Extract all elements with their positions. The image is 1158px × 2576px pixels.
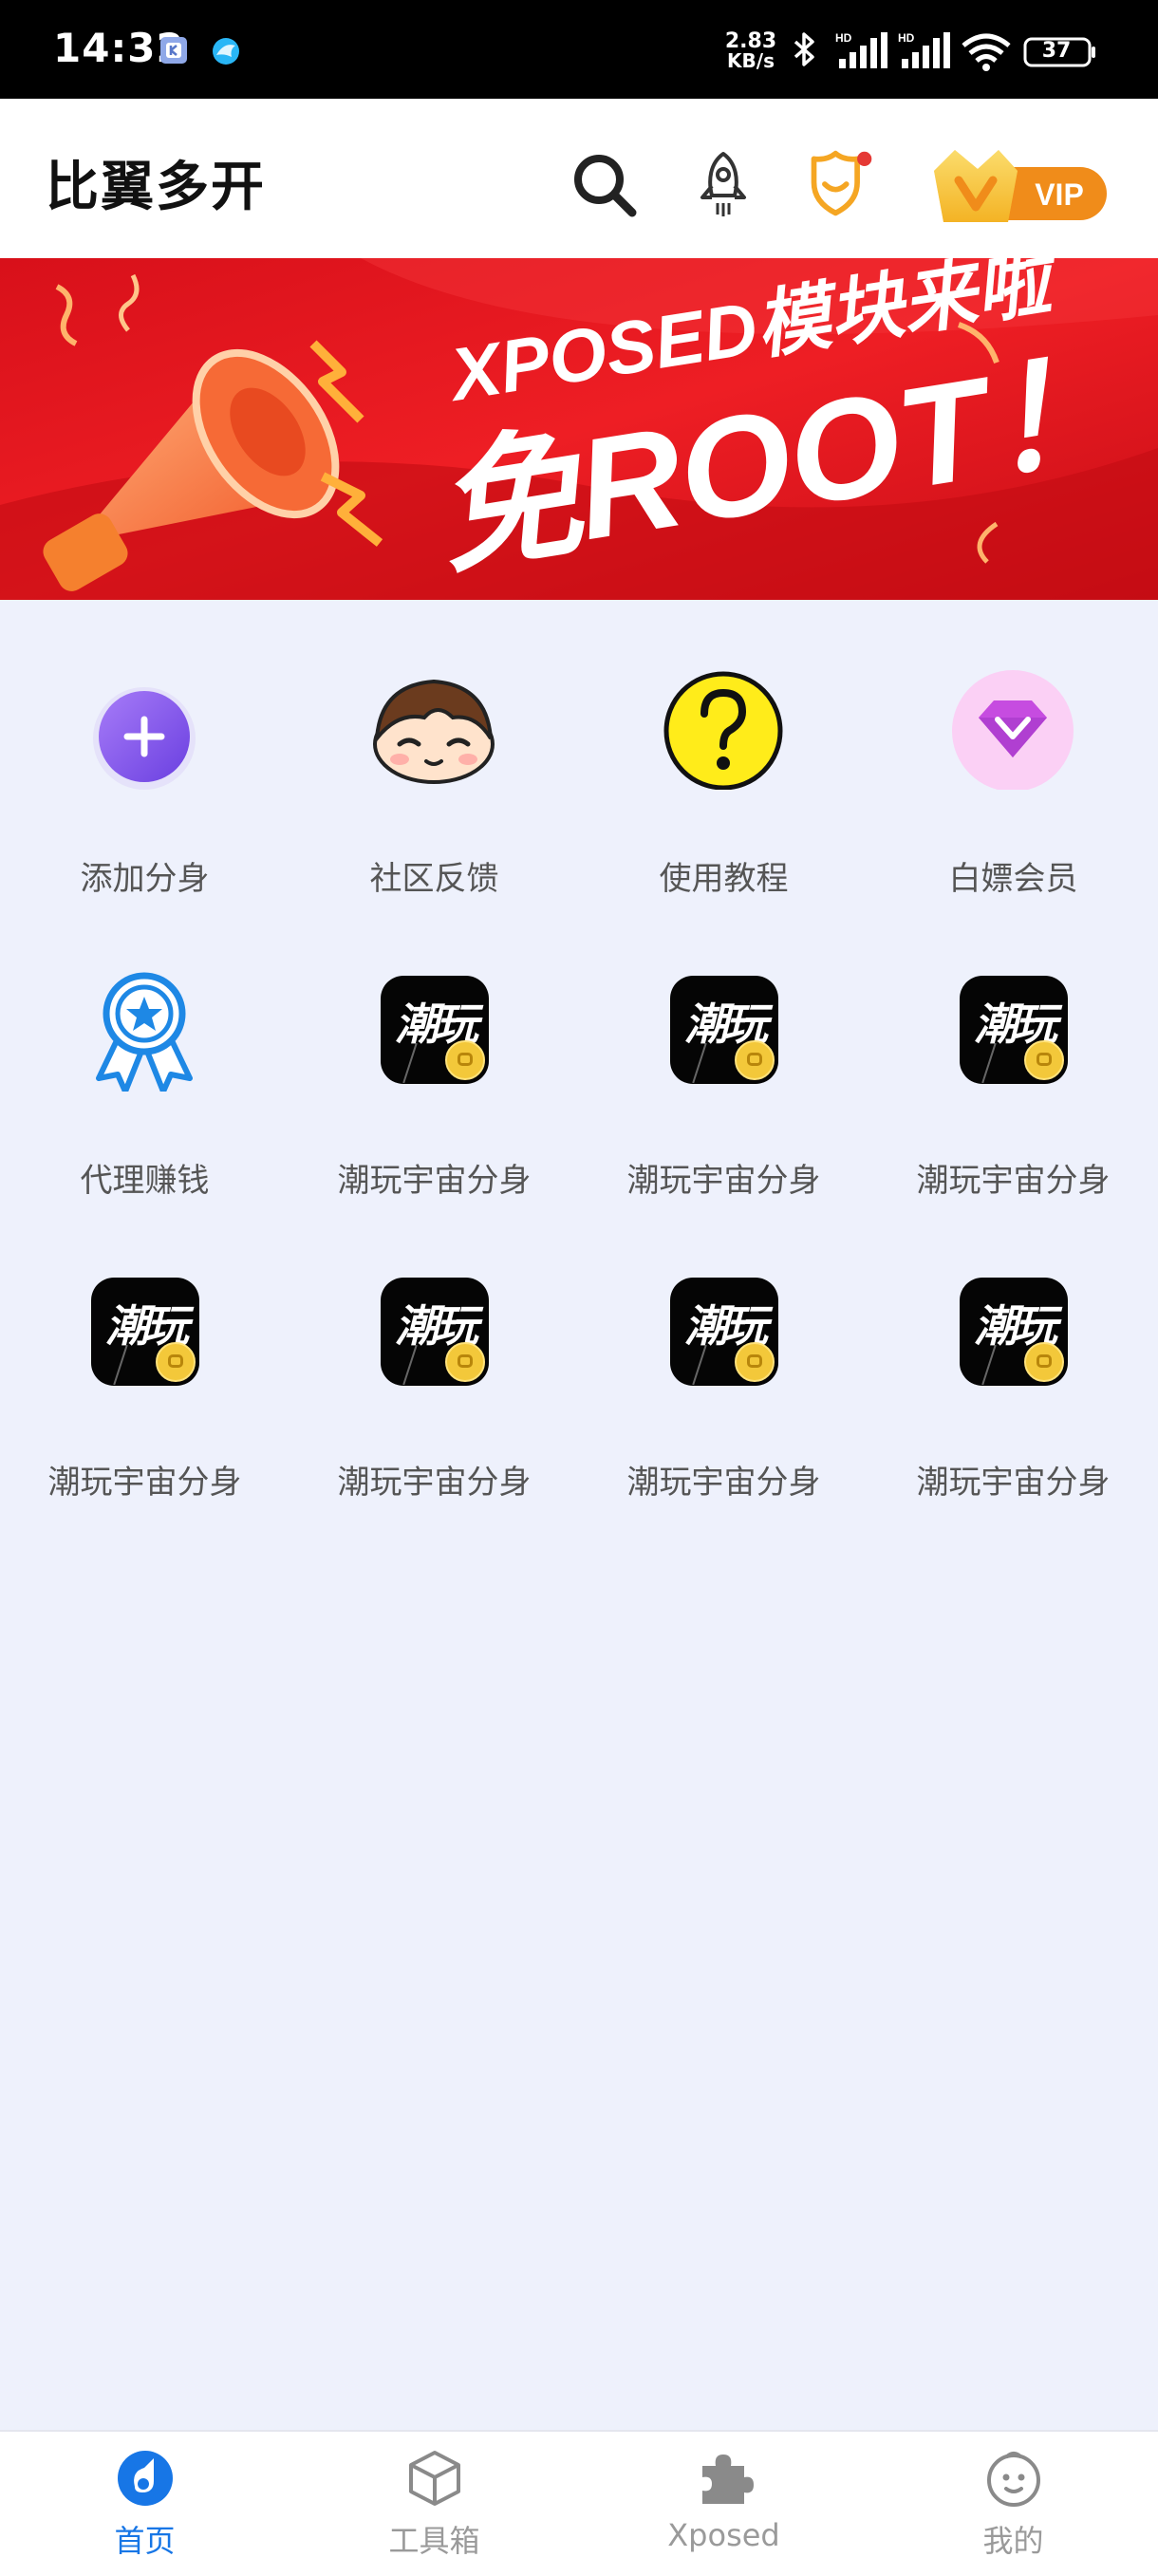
battery-level: 37 — [1041, 39, 1072, 63]
clone-app-item[interactable]: 潮玩 潮玩宇宙分身 — [579, 1268, 868, 1543]
grid-item-label: 白嫖会员 — [948, 860, 1078, 898]
nav-profile[interactable]: 我的 — [868, 2432, 1158, 2576]
home-icon — [118, 2451, 173, 2506]
signal-strength-icon: HD — [835, 31, 887, 68]
grid-item-label: 潮玩宇宙分身 — [47, 1464, 242, 1502]
community-feedback-item[interactable]: 社区反馈 — [290, 664, 579, 940]
grid-item-label: 潮玩宇宙分身 — [626, 1464, 821, 1502]
grid-item-label: 代理赚钱 — [80, 1162, 210, 1200]
nav-label: Xposed — [667, 2517, 780, 2553]
clone-app-item[interactable]: 潮玩 潮玩宇宙分身 — [868, 966, 1158, 1241]
grid-item-label: 潮玩宇宙分身 — [337, 1162, 532, 1200]
search-icon[interactable] — [568, 148, 640, 220]
bluetooth-icon — [794, 32, 814, 66]
app-header: 比翼多开 VIP — [0, 99, 1158, 258]
clone-app-item[interactable]: 潮玩 潮玩宇宙分身 — [0, 1268, 290, 1543]
nav-home[interactable]: 首页 — [0, 2432, 290, 2576]
add-clone-item[interactable]: 添加分身 — [0, 664, 290, 940]
app-icon: 潮玩 — [381, 1278, 489, 1386]
grid-item-label: 潮玩宇宙分身 — [916, 1162, 1111, 1200]
smiley-face-icon — [987, 2452, 1040, 2507]
free-vip-item[interactable]: 白嫖会员 — [868, 664, 1158, 940]
cartoon-face-icon — [373, 679, 495, 784]
app-icon: 潮玩 — [960, 976, 1068, 1084]
promo-banner[interactable]: XPOSED模块来啦 免ROOT！ — [0, 258, 1158, 600]
svg-text:HD: HD — [835, 31, 852, 45]
app-title: 比翼多开 — [46, 157, 266, 218]
grid-item-label: 社区反馈 — [369, 860, 499, 898]
cube-icon — [409, 2451, 460, 2506]
app-icon: 潮玩 — [960, 1278, 1068, 1386]
grid-item-label: 潮玩宇宙分身 — [916, 1464, 1111, 1502]
bottom-navigation: 首页 工具箱 Xposed 我的 — [0, 2430, 1158, 2576]
wifi-icon — [962, 33, 1011, 71]
app-icon: 潮玩 — [91, 1278, 199, 1386]
vip-button[interactable]: VIP — [926, 142, 1111, 228]
nav-label: 我的 — [982, 2523, 1044, 2559]
nav-toolbox[interactable]: 工具箱 — [290, 2432, 579, 2576]
shield-notification-icon[interactable] — [805, 148, 877, 220]
app-icon: 潮玩 — [381, 976, 489, 1084]
add-icon — [93, 687, 196, 790]
agent-earn-item[interactable]: 代理赚钱 — [0, 966, 290, 1241]
grid-item-label: 使用教程 — [659, 860, 789, 898]
nav-label: 工具箱 — [388, 2523, 480, 2559]
notification-app-icon — [160, 37, 187, 64]
grid-item-label: 添加分身 — [80, 860, 210, 898]
nav-xposed[interactable]: Xposed — [579, 2432, 868, 2576]
clone-app-item[interactable]: 潮玩 潮玩宇宙分身 — [579, 966, 868, 1241]
grid-item-label: 潮玩宇宙分身 — [337, 1464, 532, 1502]
ribbon-badge-icon — [96, 972, 193, 1092]
app-icon: 潮玩 — [670, 1278, 778, 1386]
status-bar: 14:32 2.83 KB/s HD HD 37 — [0, 0, 1158, 99]
clone-app-item[interactable]: 潮玩 潮玩宇宙分身 — [290, 1268, 579, 1543]
nav-label: 首页 — [114, 2523, 176, 2559]
puzzle-icon — [702, 2455, 754, 2504]
clone-app-item[interactable]: 潮玩 潮玩宇宙分身 — [868, 1268, 1158, 1543]
tutorial-item[interactable]: 使用教程 — [579, 664, 868, 940]
network-speed: 2.83 KB/s — [724, 29, 777, 72]
svg-text:HD: HD — [898, 31, 915, 45]
app-icon: 潮玩 — [670, 976, 778, 1084]
question-icon — [663, 671, 783, 790]
notification-bird-icon — [213, 38, 239, 65]
rocket-icon[interactable] — [687, 148, 759, 220]
grid-item-label: 潮玩宇宙分身 — [626, 1162, 821, 1200]
signal-strength-icon-2: HD — [898, 31, 950, 68]
diamond-icon — [952, 670, 1074, 790]
clone-app-item[interactable]: 潮玩 潮玩宇宙分身 — [290, 966, 579, 1241]
vip-label: VIP — [1035, 177, 1084, 212]
